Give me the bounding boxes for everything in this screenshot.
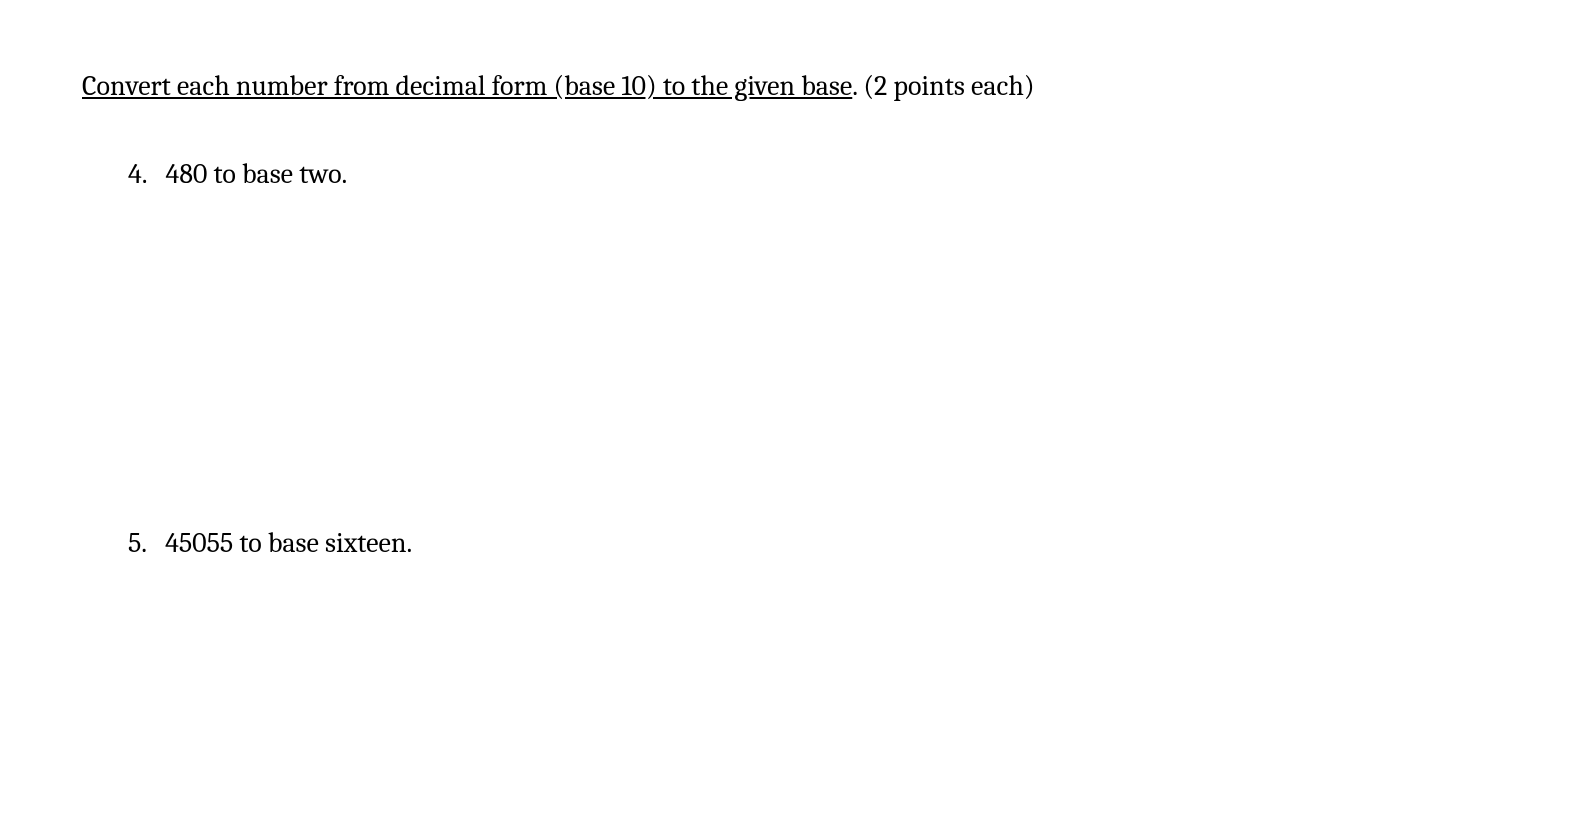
question-text: 480 to base two. xyxy=(166,158,348,190)
instruction-underlined-text: Convert each number from decimal form (b… xyxy=(82,70,852,102)
question-4: 4. 480 to base two. xyxy=(128,156,1590,192)
instruction-heading: Convert each number from decimal form (b… xyxy=(82,68,1590,104)
question-number: 5. xyxy=(128,525,147,561)
questions-container: 4. 480 to base two. 5. 45055 to base sixte… xyxy=(82,156,1590,561)
instruction-trailing-text: . (2 points each) xyxy=(852,70,1034,102)
question-text: 45055 to base sixteen. xyxy=(165,527,412,559)
question-5: 5. 45055 to base sixteen. xyxy=(128,525,1590,561)
question-number: 4. xyxy=(128,156,148,192)
